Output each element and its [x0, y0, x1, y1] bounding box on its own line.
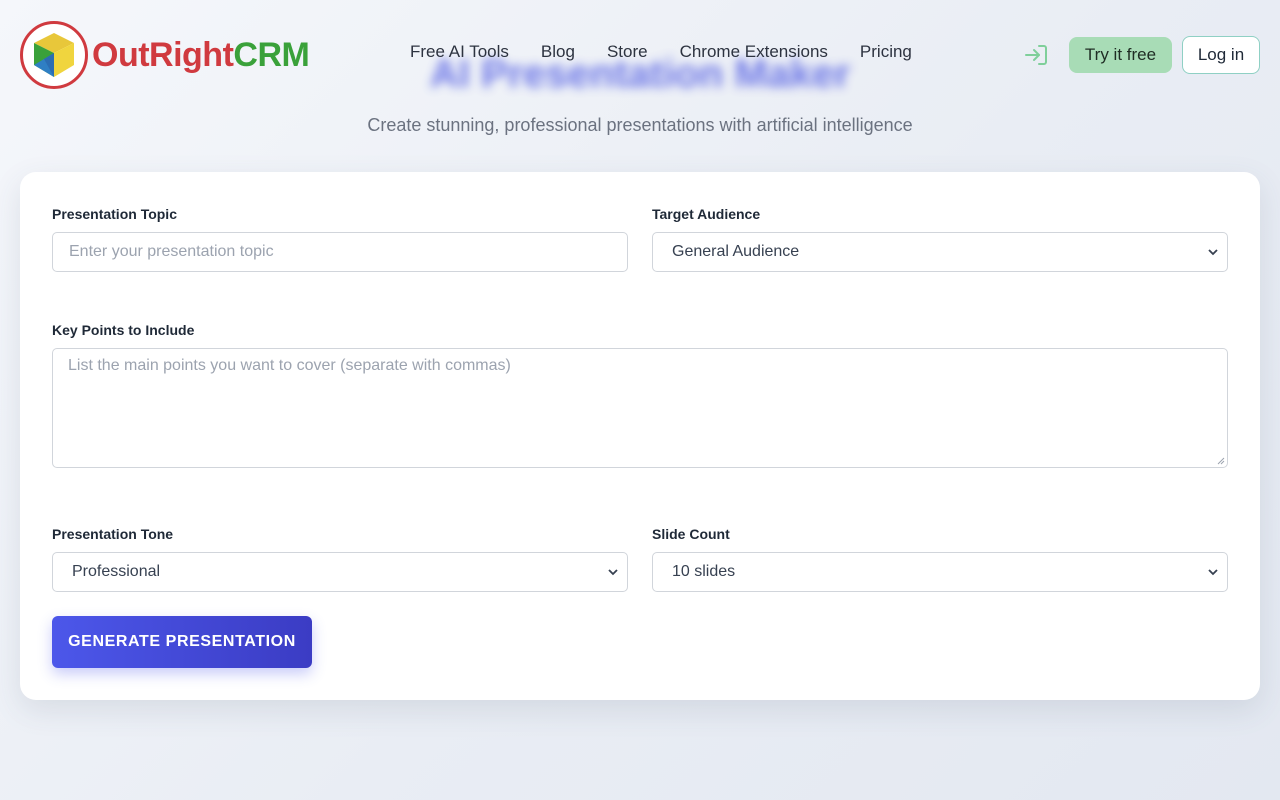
- brand-name-part2: CRM: [233, 35, 310, 74]
- chevron-down-icon: [608, 569, 618, 576]
- key-points-textarea[interactable]: List the main points you want to cover (…: [52, 348, 1228, 468]
- audience-select[interactable]: General Audience: [652, 232, 1228, 272]
- brand-name-part1: OutRight: [92, 35, 234, 74]
- nav-link-pricing[interactable]: Pricing: [860, 42, 912, 62]
- tone-label: Presentation Tone: [52, 526, 174, 542]
- sign-in-icon[interactable]: [1022, 42, 1050, 68]
- topic-input[interactable]: Enter your presentation topic: [52, 232, 628, 272]
- nav-link-blog[interactable]: Blog: [541, 42, 575, 62]
- nav-link-chrome-extensions[interactable]: Chrome Extensions: [680, 42, 828, 62]
- generate-presentation-button[interactable]: GENERATE PRESENTATION: [52, 616, 312, 668]
- page-subtitle: Create stunning, professional presentati…: [367, 115, 913, 135]
- slide-count-label: Slide Count: [652, 526, 730, 542]
- presentation-form-card: Presentation Topic Enter your presentati…: [20, 172, 1260, 700]
- tone-select[interactable]: Professional: [52, 552, 628, 592]
- chevron-down-icon: [1208, 249, 1218, 256]
- log-in-button[interactable]: Log in: [1182, 36, 1260, 74]
- resize-grip-icon[interactable]: [1215, 455, 1225, 465]
- tone-select-value: Professional: [72, 563, 161, 580]
- key-points-placeholder: List the main points you want to cover (…: [68, 357, 511, 374]
- nav-link-free-ai-tools[interactable]: Free AI Tools: [410, 42, 509, 62]
- nav-link-store[interactable]: Store: [607, 42, 648, 62]
- brand-name: OutRightCRM: [92, 35, 310, 75]
- chevron-down-icon: [1208, 569, 1218, 576]
- try-it-free-button[interactable]: Try it free: [1069, 37, 1172, 73]
- topic-label: Presentation Topic: [52, 206, 177, 222]
- audience-select-value: General Audience: [672, 243, 800, 260]
- key-points-label: Key Points to Include: [52, 322, 195, 338]
- navbar: OutRightCRM Free AI Tools Blog Store Chr…: [0, 0, 1280, 110]
- audience-label: Target Audience: [652, 206, 761, 222]
- logo-cube-icon: [20, 21, 88, 89]
- slide-count-select[interactable]: 10 slides: [652, 552, 1228, 592]
- slide-count-value: 10 slides: [672, 563, 736, 580]
- brand-logo[interactable]: OutRightCRM: [20, 21, 310, 89]
- nav-links: Free AI Tools Blog Store Chrome Extensio…: [410, 42, 912, 62]
